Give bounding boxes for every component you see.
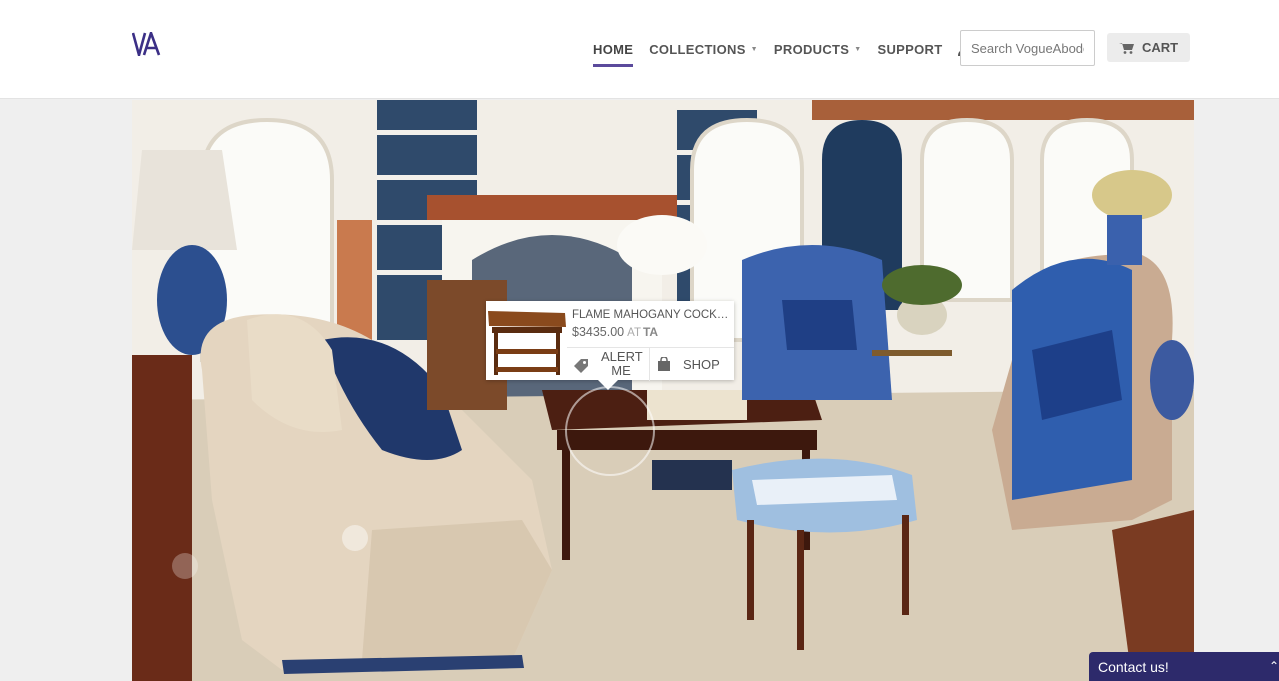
nav-products[interactable]: PRODUCTS ▼ (774, 42, 862, 57)
caret-down-icon: ▼ (854, 46, 862, 53)
hero-room-image (132, 100, 1194, 681)
product-price-line: $3435.00 AT TA (572, 325, 658, 339)
site-header: HOME COLLECTIONS ▼ PRODUCTS ▼ SUPPORT CA… (0, 0, 1279, 99)
nav-products-label: PRODUCTS (773, 42, 850, 57)
contact-us-label: Contact us! (1098, 658, 1169, 675)
product-price: $3435.00 (572, 325, 625, 339)
vogueabode-logo[interactable] (132, 32, 162, 56)
caret-down-icon: ▼ (750, 46, 758, 53)
shopping-bag-icon (658, 357, 670, 371)
store-name: TA (642, 325, 659, 339)
product-name[interactable]: FLAME MAHOGANY COCKTAIL TABLE (572, 309, 730, 321)
nav-collections-label: COLLECTIONS (649, 42, 746, 57)
nav-support-label: SUPPORT (877, 42, 943, 57)
alert-me-label: ALERT ME (601, 349, 643, 378)
product-popup: FLAME MAHOGANY COCKTAIL TABLE $3435.00AT… (486, 301, 734, 381)
contact-us-tab[interactable]: Contact us! ⌃ (1089, 652, 1279, 681)
shop-label: SHOP (683, 357, 720, 372)
nav-home[interactable]: HOME (593, 42, 634, 67)
hotspot-dot[interactable] (342, 525, 368, 551)
cart-label: CART (1141, 40, 1179, 55)
cart-icon (1118, 42, 1134, 54)
chevron-up-icon: ⌃ (1268, 659, 1279, 673)
search-input[interactable] (960, 30, 1095, 66)
nav-home-label: HOME (593, 42, 634, 57)
shop-button[interactable]: SHOP (650, 348, 734, 381)
price-at-text: AT (627, 327, 641, 339)
nav-collections[interactable]: COLLECTIONS ▼ (649, 42, 758, 57)
living-room-scene (132, 100, 1194, 681)
product-hotspot[interactable] (565, 386, 655, 476)
nav-support[interactable]: SUPPORT (878, 42, 943, 57)
hotspot-dot[interactable] (172, 553, 198, 579)
popup-actions: ALERT ME SHOP (567, 347, 734, 381)
main-nav: HOME COLLECTIONS ▼ PRODUCTS ▼ SUPPORT (593, 42, 986, 67)
cart-button[interactable]: CART (1107, 33, 1190, 62)
alert-me-button[interactable]: ALERT ME (567, 348, 650, 381)
tag-icon (574, 359, 588, 373)
product-thumbnail[interactable] (486, 301, 567, 380)
